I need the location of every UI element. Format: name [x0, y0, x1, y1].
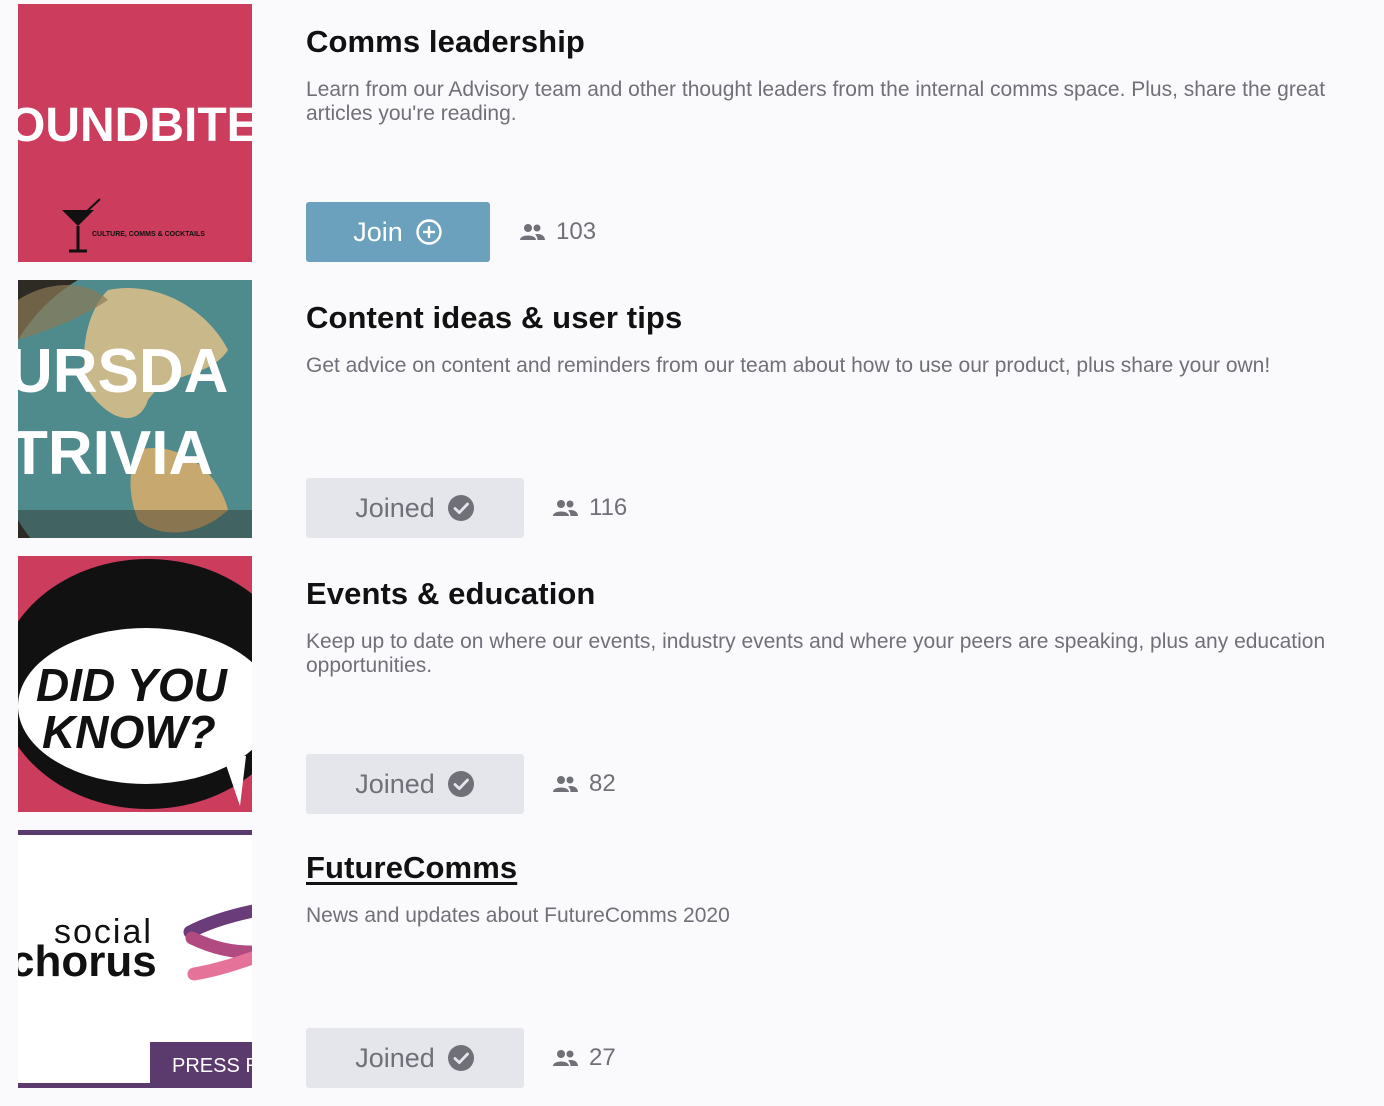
- people-icon: [551, 498, 579, 518]
- channel-title[interactable]: Events & education: [306, 576, 595, 612]
- check-circle-icon: [447, 1044, 475, 1072]
- channel-description: Get advice on content and reminders from…: [306, 354, 1271, 377]
- member-count: 27: [551, 1028, 616, 1088]
- cover-line-1: URSDA: [18, 337, 228, 406]
- people-icon: [551, 1048, 579, 1068]
- member-count: 82: [551, 754, 616, 814]
- channel-card: OUNDBITE CULTURE, COMMS & COCKTAILS Comm…: [0, 4, 1384, 264]
- joined-button-label: Joined: [355, 768, 435, 799]
- soundbite-cover-image: OUNDBITE CULTURE, COMMS & COCKTAILS: [18, 4, 252, 262]
- channel-thumbnail[interactable]: DID YOU KNOW?: [18, 556, 252, 812]
- channel-thumbnail[interactable]: URSDA TRIVIA: [18, 280, 252, 538]
- channel-title-link[interactable]: FutureComms: [306, 850, 517, 886]
- cover-line-2: KNOW?: [42, 706, 216, 758]
- check-circle-icon: [447, 494, 475, 522]
- join-button[interactable]: Join: [306, 202, 490, 262]
- channel-description: News and updates about FutureComms 2020: [306, 904, 730, 927]
- joined-button[interactable]: Joined: [306, 1028, 524, 1088]
- member-count-value: 27: [589, 1044, 616, 1071]
- did-you-know-cover-image: DID YOU KNOW?: [18, 556, 252, 812]
- member-count-value: 82: [589, 770, 616, 797]
- cover-tagline: CULTURE, COMMS & COCKTAILS: [92, 231, 205, 238]
- logo-bottom-text: chorus: [18, 937, 157, 986]
- channel-title[interactable]: Content ideas & user tips: [306, 300, 682, 336]
- people-icon: [518, 222, 546, 242]
- join-button-label: Join: [353, 216, 403, 247]
- channel-card: URSDA TRIVIA Content ideas & user tips G…: [0, 280, 1384, 540]
- joined-button[interactable]: Joined: [306, 754, 524, 814]
- channel-thumbnail[interactable]: social chorus PRESS R: [18, 830, 252, 1088]
- member-count-value: 103: [556, 218, 597, 245]
- member-count: 103: [518, 202, 596, 262]
- member-count-value: 116: [589, 494, 628, 521]
- check-circle-icon: [447, 770, 475, 798]
- channel-card: DID YOU KNOW? Events & education Keep up…: [0, 556, 1384, 816]
- member-count: 116: [551, 478, 627, 538]
- joined-button-label: Joined: [355, 492, 435, 523]
- cover-line-1: DID YOU: [36, 659, 229, 711]
- channel-card: social chorus PRESS R FutureComms News a…: [0, 830, 1384, 1090]
- channel-thumbnail[interactable]: OUNDBITE CULTURE, COMMS & COCKTAILS: [18, 4, 252, 262]
- press-badge: PRESS R: [172, 1055, 252, 1077]
- channel-description: Keep up to date on where our events, ind…: [306, 630, 1326, 677]
- joined-button-label: Joined: [355, 1042, 435, 1073]
- joined-button[interactable]: Joined: [306, 478, 524, 538]
- cover-big-text: OUNDBITE: [18, 99, 252, 152]
- people-icon: [551, 774, 579, 794]
- plus-circle-icon: [415, 218, 443, 246]
- channel-title[interactable]: Comms leadership: [306, 24, 585, 60]
- channel-description: Learn from our Advisory team and other t…: [306, 78, 1326, 125]
- cover-line-2: TRIVIA: [18, 419, 213, 488]
- socialchorus-cover-image: social chorus PRESS R: [18, 830, 252, 1088]
- trivia-cover-image: URSDA TRIVIA: [18, 280, 252, 538]
